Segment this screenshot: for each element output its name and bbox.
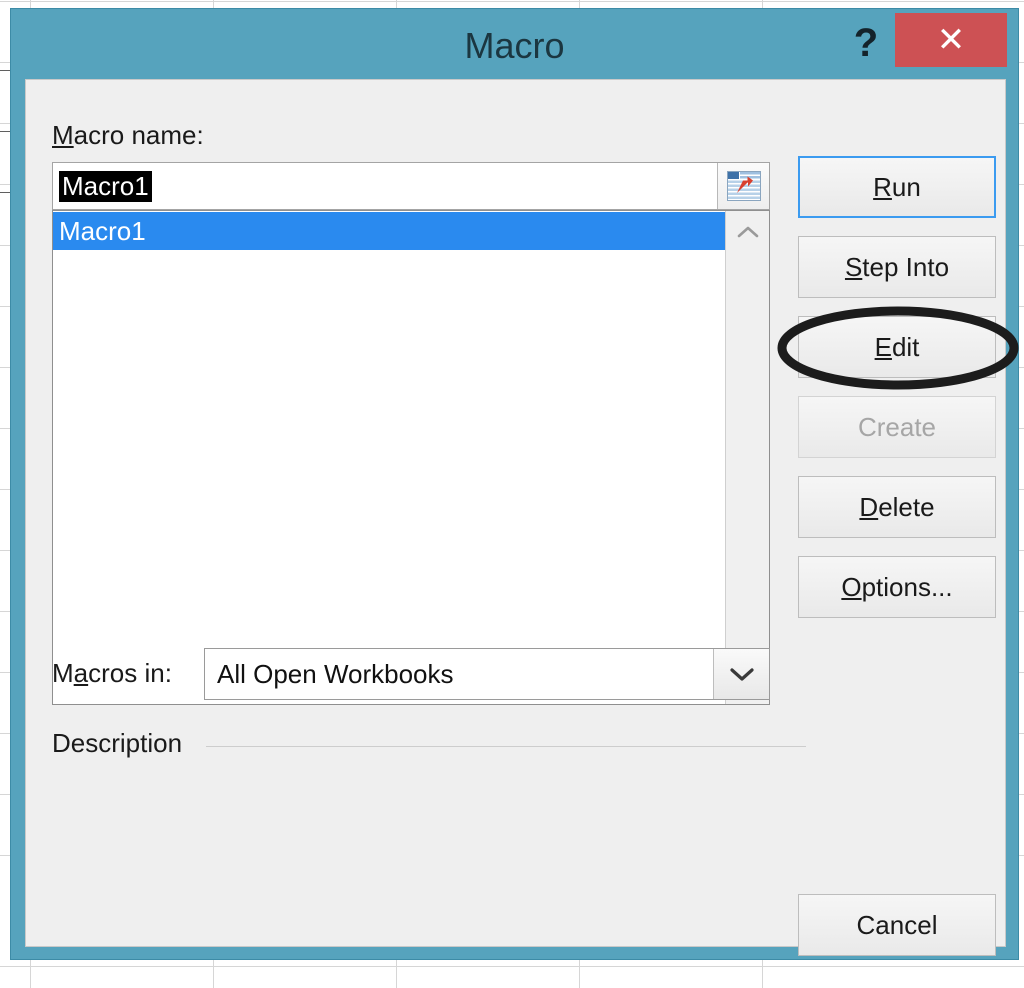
- dialog-titlebar[interactable]: Macro ? ✕: [11, 9, 1018, 86]
- macro-name-field[interactable]: Macro1: [52, 162, 770, 210]
- macro-dialog: Macro ? ✕ Macro name: Macro1 Macro1 Macr…: [10, 8, 1019, 960]
- chevron-down-icon[interactable]: [713, 649, 769, 699]
- macro-listbox[interactable]: Macro1: [52, 210, 770, 705]
- macro-name-value: Macro1: [59, 170, 152, 202]
- help-icon[interactable]: ?: [840, 17, 892, 69]
- macros-in-dropdown[interactable]: All Open Workbooks: [204, 648, 770, 700]
- cancel-button[interactable]: Cancel: [798, 894, 996, 956]
- description-label: Description: [52, 728, 183, 758]
- cancel-button-label: Cancel: [856, 909, 938, 940]
- options-button-label: ptions...: [861, 571, 953, 602]
- run-button-label: un: [891, 171, 921, 202]
- close-button[interactable]: ✕: [895, 13, 1007, 67]
- edit-button[interactable]: Edit: [798, 316, 996, 378]
- description-separator: [206, 746, 806, 747]
- macros-in-label-rest: cros in:: [88, 658, 172, 688]
- macro-name-label-rest: acro name:: [73, 120, 204, 150]
- edit-button-label: dit: [891, 331, 920, 362]
- step-into-button-accel: S: [844, 251, 863, 282]
- description-text: [52, 772, 770, 882]
- edit-button-accel: E: [874, 331, 892, 362]
- close-icon: ✕: [936, 21, 966, 59]
- macro-name-input[interactable]: Macro1: [53, 163, 717, 209]
- macros-in-label-pre: M: [52, 658, 74, 688]
- options-button-accel: O: [841, 571, 862, 602]
- delete-button-accel: D: [859, 491, 879, 522]
- macros-in-label: Macros in:: [52, 658, 172, 689]
- delete-button-label: elete: [878, 491, 935, 522]
- chevron-up-icon[interactable]: [726, 211, 770, 253]
- delete-button[interactable]: Delete: [798, 476, 996, 538]
- run-button-accel: R: [873, 171, 892, 202]
- list-item[interactable]: Macro1: [53, 212, 725, 250]
- macro-name-label-accel: M: [52, 120, 74, 150]
- create-button-label: Create: [857, 411, 937, 442]
- step-into-button[interactable]: Step Into: [798, 236, 996, 298]
- run-button[interactable]: Run: [798, 156, 996, 218]
- macro-name-label: Macro name:: [52, 120, 204, 151]
- macros-in-label-accel: a: [73, 658, 89, 688]
- options-button[interactable]: Options...: [798, 556, 996, 618]
- listbox-scrollbar[interactable]: [725, 211, 769, 704]
- create-button: Create: [798, 396, 996, 458]
- macros-in-selected-value: All Open Workbooks: [217, 658, 454, 689]
- worksheet-reference-icon[interactable]: [717, 163, 769, 209]
- step-into-button-label: tep Into: [862, 251, 950, 282]
- macro-list[interactable]: Macro1: [53, 211, 725, 704]
- dialog-body: Macro name: Macro1 Macro1 Macros in: All…: [25, 79, 1019, 956]
